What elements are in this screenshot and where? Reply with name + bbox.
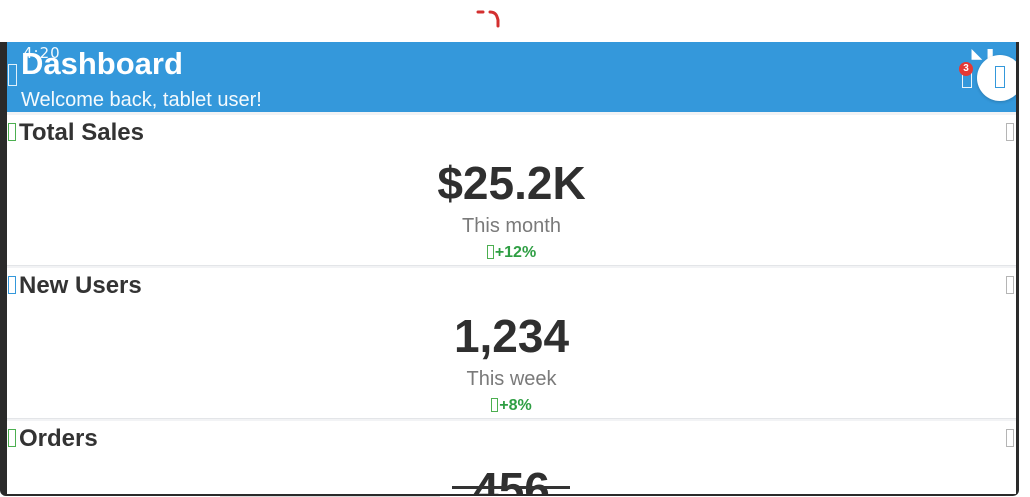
card-period: This week <box>466 368 557 390</box>
app-header: 4:20 ◣ ▮ Dashboard Welcome back, tablet … <box>7 42 1016 112</box>
card-value: 1,234 <box>453 310 570 362</box>
notifications-button[interactable]: 3 <box>959 62 975 90</box>
orders-card[interactable]: Orders 456 <box>7 421 1016 494</box>
card-value: 456 <box>473 463 550 494</box>
screenshot-stage: 4:20 ◣ ▮ Dashboard Welcome back, tablet … <box>0 0 1030 497</box>
new-users-card[interactable]: New Users 1,234 This week +8% <box>7 268 1016 419</box>
change-indicator: +12% <box>7 244 1016 262</box>
tablet-frame: 4:20 ◣ ▮ Dashboard Welcome back, tablet … <box>0 42 1019 496</box>
orders-icon <box>8 429 16 447</box>
welcome-message: Welcome back, tablet user! <box>21 89 262 111</box>
arrow-up-icon <box>491 398 499 412</box>
user-icon <box>995 66 1005 88</box>
more-icon[interactable] <box>1006 276 1014 294</box>
card-period: This month <box>462 215 561 237</box>
card-title: Total Sales <box>19 119 144 146</box>
status-indicator-icon <box>476 10 500 28</box>
notification-badge: 3 <box>959 62 973 76</box>
signal-icon: ◣ <box>971 44 983 61</box>
change-value: +12% <box>494 244 537 261</box>
menu-icon[interactable] <box>8 64 17 86</box>
card-title: Orders <box>19 425 98 452</box>
page-title: Dashboard <box>21 46 183 81</box>
more-icon[interactable] <box>1006 123 1014 141</box>
users-icon <box>8 276 16 294</box>
dashboard-screen: 4:20 ◣ ▮ Dashboard Welcome back, tablet … <box>7 42 1016 494</box>
total-sales-card[interactable]: Total Sales $25.2K This month +12% <box>7 115 1016 266</box>
card-title: New Users <box>19 272 142 299</box>
trend-icon <box>8 123 16 141</box>
card-value: $25.2K <box>437 157 586 209</box>
arrow-up-icon <box>486 245 494 259</box>
more-icon[interactable] <box>1006 429 1014 447</box>
profile-button[interactable] <box>977 55 1016 101</box>
text-strike-line <box>452 486 570 489</box>
change-indicator: +8% <box>7 397 1016 415</box>
change-value: +8% <box>499 397 532 414</box>
